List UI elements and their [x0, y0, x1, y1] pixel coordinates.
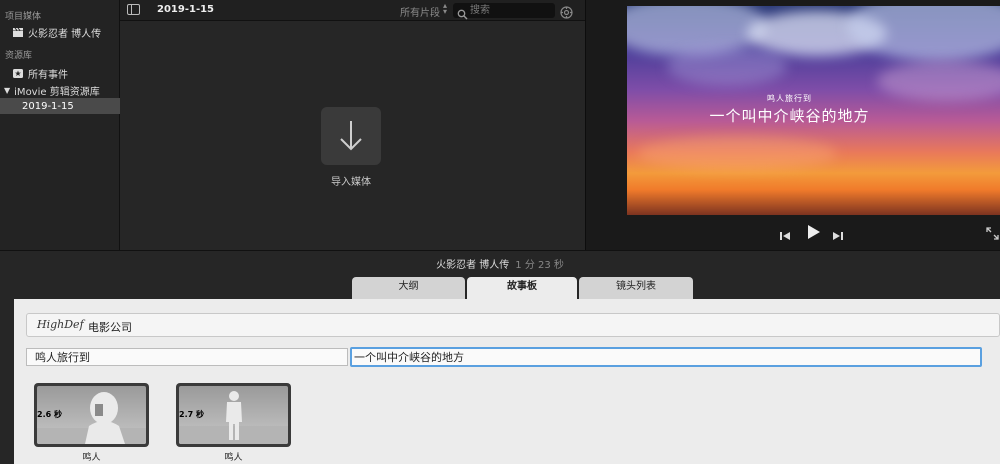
import-media-button[interactable] — [321, 107, 381, 165]
search-input[interactable] — [470, 4, 552, 17]
studio-logo-field[interactable]: HighDef 电影公司 — [26, 313, 1000, 337]
tab-shot-list[interactable]: 镜头列表 — [579, 277, 693, 299]
tab-storyboard[interactable]: 故事板 — [467, 277, 577, 299]
shot-label: 鸣人 — [82, 453, 101, 463]
chevron-updown-icon[interactable]: ▴ ▾ — [443, 2, 447, 16]
project-media-heading: 项目媒体 — [5, 12, 42, 22]
sidebar-item-label: 2019-1-15 — [22, 100, 74, 112]
skip-back-icon[interactable] — [779, 227, 791, 249]
sidebar-item-event-date[interactable]: 2019-1-15 — [0, 98, 120, 114]
gear-icon[interactable] — [560, 4, 573, 19]
imovie-window: 项目媒体 火影忍者 博人传 资源库 所有事件 ▼ iMovie 剪辑资源库 20… — [0, 0, 1000, 464]
title-line-1-input[interactable] — [26, 348, 348, 366]
sidebar-toggle-icon[interactable] — [127, 4, 140, 15]
trailer-editor: 火影忍者 博人传 1 分 23 秒 大纲 故事板 镜头列表 HighDef 电影公… — [0, 250, 1000, 464]
media-browser: 2019-1-15 所有片段 ▴▾ 导入媒体 — [120, 0, 585, 250]
sidebar-item-label: 火影忍者 博人传 — [28, 28, 102, 40]
play-icon[interactable] — [805, 224, 821, 246]
arrow-down-icon — [337, 119, 365, 157]
libraries-heading: 资源库 — [5, 51, 33, 61]
event-title: 2019-1-15 — [157, 4, 215, 15]
highdef-logo: HighDef — [37, 318, 84, 331]
project-title: 火影忍者 博人传 1 分 23 秒 — [0, 256, 1000, 271]
shot-duration-badge: 2.6 秒 — [37, 410, 62, 419]
shot-duration-badge: 2.7 秒 — [179, 410, 204, 419]
studio-name: 电影公司 — [88, 321, 132, 334]
star-event-icon — [12, 68, 24, 79]
viewer: 鸣人旅行到 一个叫中介峡谷的地方 — [585, 0, 1000, 250]
sidebar-item-all-events[interactable]: 所有事件 — [0, 65, 120, 81]
project-name: 火影忍者 博人传 — [436, 260, 510, 271]
video-preview[interactable]: 鸣人旅行到 一个叫中介峡谷的地方 — [627, 6, 1000, 215]
shot-placeholder[interactable]: 2.7 秒 — [176, 383, 291, 447]
project-duration: 1 分 23 秒 — [515, 260, 564, 271]
clip-filter-select[interactable]: 所有片段 — [400, 4, 440, 19]
sidebar-item-label: 所有事件 — [28, 69, 68, 81]
browser-toolbar: 2019-1-15 所有片段 ▴ ▾ — [120, 0, 585, 21]
editor-tabs: 大纲 故事板 镜头列表 — [0, 277, 1000, 299]
storyboard-panel: HighDef 电影公司 2.6 秒 鸣人 2.7 秒 鸣人 — [14, 299, 1000, 464]
shot-label: 鸣人 — [224, 453, 243, 463]
search-field[interactable] — [453, 3, 555, 20]
title-overlay-subtitle: 鸣人旅行到 — [767, 94, 812, 103]
library-sidebar: 项目媒体 火影忍者 博人传 资源库 所有事件 ▼ iMovie 剪辑资源库 20… — [0, 0, 120, 250]
playback-controls — [586, 222, 1000, 244]
import-media-label: 导入媒体 — [331, 177, 371, 188]
sidebar-item-label: iMovie 剪辑资源库 — [14, 86, 100, 98]
disclosure-triangle-icon[interactable]: ▼ — [4, 86, 10, 95]
shot-placeholder[interactable]: 2.6 秒 — [34, 383, 149, 447]
skip-forward-icon[interactable] — [832, 227, 844, 249]
clapperboard-icon — [12, 27, 24, 38]
title-line-2-input[interactable] — [350, 347, 982, 367]
title-overlay-main: 一个叫中介峡谷的地方 — [709, 107, 870, 125]
tab-outline[interactable]: 大纲 — [352, 277, 465, 299]
sidebar-item-project[interactable]: 火影忍者 博人传 — [0, 24, 120, 40]
fullscreen-icon[interactable] — [986, 225, 999, 247]
search-icon — [457, 5, 468, 20]
sidebar-item-library[interactable]: ▼ iMovie 剪辑资源库 — [0, 82, 120, 98]
